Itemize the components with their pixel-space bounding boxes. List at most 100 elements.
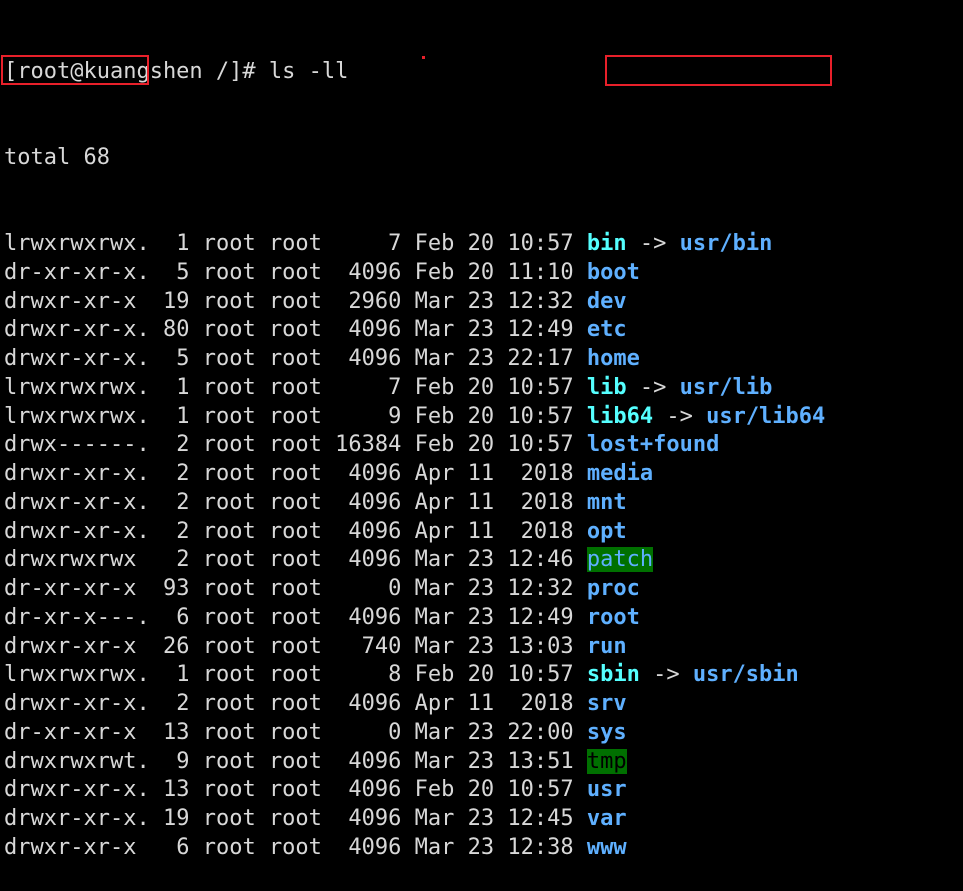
owner: root: [202, 489, 256, 515]
permissions: drwx------.: [4, 432, 150, 458]
file-name[interactable]: srv: [587, 691, 627, 716]
link-count: 5: [162, 346, 190, 371]
group: root: [268, 346, 322, 371]
link-count: 6: [162, 604, 190, 630]
link-count: 2: [162, 489, 190, 515]
link-count: 6: [162, 834, 190, 860]
file-name[interactable]: home: [587, 346, 640, 371]
group: root: [268, 259, 322, 285]
permissions: dr-xr-xr-x: [4, 576, 150, 601]
permissions: drwxrwxrwx: [4, 547, 150, 573]
group: root: [268, 231, 322, 256]
file-name[interactable]: run: [587, 634, 627, 659]
permissions: drwxr-xr-x: [4, 834, 150, 860]
file-name[interactable]: etc: [587, 317, 627, 342]
file-size: 4096: [335, 489, 402, 515]
owner: root: [202, 259, 256, 285]
file-name[interactable]: root: [587, 605, 640, 630]
link-count: 93: [162, 576, 190, 601]
owner: root: [202, 374, 256, 400]
listing-row: drwxrwxrwx 2 root root 4096 Mar 23 12:46…: [4, 546, 825, 575]
owner: root: [202, 748, 256, 774]
file-size: 4096: [335, 604, 402, 630]
owner: root: [202, 461, 256, 486]
group: root: [268, 489, 322, 515]
file-name[interactable]: lib: [587, 375, 627, 400]
modified-date: Feb 20 10:57: [414, 777, 574, 803]
permissions: lrwxrwxrwx.: [4, 403, 150, 429]
group: root: [268, 547, 322, 573]
permissions: drwxr-xr-x.: [4, 461, 150, 486]
listing-row: drwxrwxrwt. 9 root root 4096 Mar 23 13:5…: [4, 748, 825, 777]
symlink-target: usr/lib64: [706, 403, 826, 429]
file-size: 4096: [335, 259, 402, 285]
file-size: 7: [335, 374, 402, 400]
modified-date: Apr 11 2018: [414, 489, 574, 515]
listing-row: lrwxrwxrwx. 1 root root 9 Feb 20 10:57 l…: [4, 403, 825, 432]
listing-row: drwxr-xr-x 6 root root 4096 Mar 23 12:38…: [4, 834, 825, 863]
owner: root: [202, 547, 256, 573]
permissions: drwxr-xr-x.: [4, 777, 150, 803]
file-name[interactable]: patch: [586, 547, 654, 573]
modified-date: Mar 23 22:00: [414, 719, 574, 745]
group: root: [268, 432, 322, 458]
link-count: 1: [162, 231, 190, 256]
link-count: 19: [162, 806, 190, 831]
file-size: 0: [335, 719, 402, 745]
listing-row: dr-xr-xr-x. 5 root root 4096 Feb 20 11:1…: [4, 259, 825, 288]
owner: root: [202, 317, 256, 343]
owner: root: [202, 288, 256, 314]
listing-row: drwxr-xr-x. 2 root root 4096 Apr 11 2018…: [4, 518, 825, 547]
file-name[interactable]: proc: [587, 576, 640, 601]
link-count: 13: [162, 719, 190, 745]
symlink-arrow: ->: [626, 374, 680, 400]
group: root: [268, 403, 322, 429]
owner: root: [202, 604, 256, 630]
file-name[interactable]: bin: [587, 231, 627, 256]
file-name[interactable]: www: [587, 835, 627, 860]
file-size: 4096: [335, 777, 402, 803]
group: root: [268, 461, 322, 486]
listing-row: lrwxrwxrwx. 1 root root 7 Feb 20 10:57 b…: [4, 230, 825, 259]
file-name[interactable]: tmp: [586, 748, 627, 774]
file-name[interactable]: mnt: [587, 490, 627, 515]
owner: root: [202, 777, 256, 803]
link-count: 2: [162, 432, 190, 458]
modified-date: Mar 23 13:51: [414, 748, 574, 774]
file-name[interactable]: usr: [587, 777, 627, 802]
file-name[interactable]: dev: [587, 289, 627, 314]
listing-row: drwxr-xr-x. 13 root root 4096 Feb 20 10:…: [4, 776, 825, 805]
file-size: 4096: [335, 691, 402, 716]
file-name[interactable]: lib64: [587, 404, 653, 429]
group: root: [268, 806, 322, 831]
file-name[interactable]: var: [587, 806, 627, 831]
file-name[interactable]: sbin: [587, 662, 640, 687]
symlink-arrow: ->: [626, 231, 680, 256]
owner: root: [202, 719, 256, 745]
file-name[interactable]: opt: [587, 519, 627, 544]
file-size: 8: [335, 662, 402, 688]
terminal-output[interactable]: [root@kuangshen /]# ls -ll total 68 lrwx…: [4, 0, 825, 891]
permissions: dr-xr-x---.: [4, 604, 150, 630]
group: root: [268, 288, 322, 314]
modified-date: Mar 23 12:49: [414, 317, 574, 343]
listing-row: drwxr-xr-x. 5 root root 4096 Mar 23 22:1…: [4, 345, 825, 374]
permissions: drwxr-xr-x: [4, 288, 150, 314]
file-name[interactable]: lost+found: [587, 432, 719, 457]
total-line: total 68: [4, 144, 110, 170]
listing-row: drwxr-xr-x. 80 root root 4096 Mar 23 12:…: [4, 316, 825, 345]
file-name[interactable]: boot: [587, 260, 640, 285]
owner: root: [202, 691, 256, 716]
link-count: 5: [162, 259, 190, 285]
permissions: drwxr-xr-x.: [4, 489, 150, 515]
modified-date: Mar 23 12:32: [414, 576, 574, 601]
file-name[interactable]: sys: [587, 720, 627, 745]
listing-row: drwxr-xr-x. 19 root root 4096 Mar 23 12:…: [4, 805, 825, 834]
command-prompt: [root@kuangshen /]# ls -ll: [4, 58, 349, 84]
file-name[interactable]: media: [587, 461, 653, 486]
modified-date: Feb 20 10:57: [414, 231, 574, 256]
modified-date: Mar 23 12:38: [414, 834, 574, 860]
listing-row: drwxr-xr-x. 2 root root 4096 Apr 11 2018…: [4, 690, 825, 719]
listing-row: lrwxrwxrwx. 1 root root 8 Feb 20 10:57 s…: [4, 661, 825, 690]
link-count: 80: [162, 317, 190, 343]
